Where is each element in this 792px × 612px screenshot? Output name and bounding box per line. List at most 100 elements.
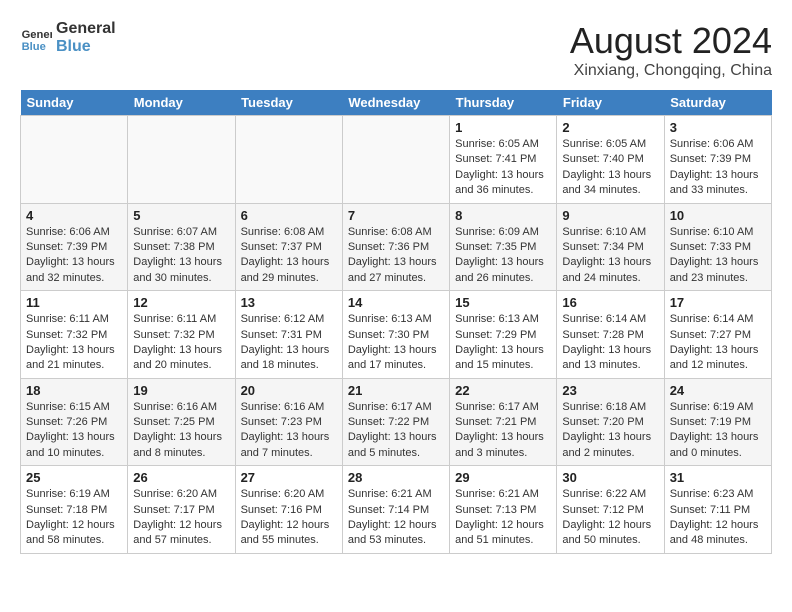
day-info: Sunrise: 6:11 AM Sunset: 7:32 PM Dayligh… — [26, 312, 122, 374]
day-number: 30 — [562, 470, 658, 485]
calendar-cell: 29 Sunrise: 6:21 AM Sunset: 7:13 PM Dayli… — [450, 466, 557, 554]
day-info: Sunrise: 6:13 AM Sunset: 7:30 PM Dayligh… — [348, 312, 444, 374]
day-number: 11 — [26, 295, 122, 310]
day-info: Sunrise: 6:15 AM Sunset: 7:26 PM Dayligh… — [26, 400, 122, 462]
calendar-cell: 23Sunrise: 6:18 AM Sunset: 7:20 PM Dayli… — [557, 378, 664, 466]
day-info: Sunrise: 6:09 AM Sunset: 7:35 PM Dayligh… — [455, 225, 551, 287]
day-info: Sunrise: 6:21 AM Sunset: 7:13 PM Dayligh… — [455, 487, 551, 549]
calendar-table: SundayMondayTuesdayWednesdayThursdayFrid… — [20, 90, 772, 554]
calendar-body: 1Sunrise: 6:05 AM Sunset: 7:41 PM Daylig… — [21, 116, 772, 554]
day-number: 19 — [133, 383, 229, 398]
day-number: 16 — [562, 295, 658, 310]
header-row: SundayMondayTuesdayWednesdayThursdayFrid… — [21, 90, 772, 116]
calendar-cell: 24Sunrise: 6:19 AM Sunset: 7:19 PM Dayli… — [664, 378, 771, 466]
day-info: Sunrise: 6:07 AM Sunset: 7:38 PM Dayligh… — [133, 225, 229, 287]
day-info: Sunrise: 6:11 AM Sunset: 7:32 PM Dayligh… — [133, 312, 229, 374]
calendar-cell: 25 Sunrise: 6:19 AM Sunset: 7:18 PM Dayli… — [21, 466, 128, 554]
calendar-cell — [21, 116, 128, 204]
day-number: 14 — [348, 295, 444, 310]
logo-text-line2: Blue — [56, 38, 116, 56]
day-number: 2 — [562, 120, 658, 135]
day-info: Sunrise: 6:17 AM Sunset: 7:21 PM Dayligh… — [455, 400, 551, 462]
day-info: Sunrise: 6:10 AM Sunset: 7:34 PM Dayligh… — [562, 225, 658, 287]
day-number: 29 — [455, 470, 551, 485]
header-cell-wednesday: Wednesday — [342, 90, 449, 116]
day-number: 17 — [670, 295, 766, 310]
svg-text:Blue: Blue — [22, 41, 46, 53]
calendar-cell: 19 Sunrise: 6:16 AM Sunset: 7:25 PM Dayli… — [128, 378, 235, 466]
day-number: 18 — [26, 383, 122, 398]
week-row-1: 1Sunrise: 6:05 AM Sunset: 7:41 PM Daylig… — [21, 116, 772, 204]
header-cell-thursday: Thursday — [450, 90, 557, 116]
calendar-cell: 16 Sunrise: 6:14 AM Sunset: 7:28 PM Dayli… — [557, 291, 664, 379]
calendar-cell: 28 Sunrise: 6:21 AM Sunset: 7:14 PM Dayli… — [342, 466, 449, 554]
day-number: 25 — [26, 470, 122, 485]
calendar-cell: 30 Sunrise: 6:22 AM Sunset: 7:12 PM Dayli… — [557, 466, 664, 554]
calendar-cell: 27 Sunrise: 6:20 AM Sunset: 7:16 PM Dayli… — [235, 466, 342, 554]
day-info: Sunrise: 6:06 AM Sunset: 7:39 PM Dayligh… — [670, 137, 766, 199]
day-info: Sunrise: 6:08 AM Sunset: 7:36 PM Dayligh… — [348, 225, 444, 287]
calendar-cell: 2Sunrise: 6:05 AM Sunset: 7:40 PM Daylig… — [557, 116, 664, 204]
day-number: 27 — [241, 470, 337, 485]
page-header: General Blue General Blue August 2024 Xi… — [20, 20, 772, 80]
day-info: Sunrise: 6:10 AM Sunset: 7:33 PM Dayligh… — [670, 225, 766, 287]
day-number: 10 — [670, 208, 766, 223]
day-info: Sunrise: 6:17 AM Sunset: 7:22 PM Dayligh… — [348, 400, 444, 462]
calendar-cell: 15Sunrise: 6:13 AM Sunset: 7:29 PM Dayli… — [450, 291, 557, 379]
calendar-cell: 13Sunrise: 6:12 AM Sunset: 7:31 PM Dayli… — [235, 291, 342, 379]
logo-icon: General Blue — [20, 22, 52, 54]
calendar-cell: 1Sunrise: 6:05 AM Sunset: 7:41 PM Daylig… — [450, 116, 557, 204]
day-number: 12 — [133, 295, 229, 310]
calendar-cell: 14 Sunrise: 6:13 AM Sunset: 7:30 PM Dayli… — [342, 291, 449, 379]
calendar-cell: 20Sunrise: 6:16 AM Sunset: 7:23 PM Dayli… — [235, 378, 342, 466]
day-number: 8 — [455, 208, 551, 223]
logo: General Blue General Blue — [20, 20, 116, 56]
calendar-cell — [342, 116, 449, 204]
calendar-cell: 6Sunrise: 6:08 AM Sunset: 7:37 PM Daylig… — [235, 203, 342, 291]
calendar-cell — [128, 116, 235, 204]
calendar-cell: 8 Sunrise: 6:09 AM Sunset: 7:35 PM Daylig… — [450, 203, 557, 291]
title-section: August 2024 Xinxiang, Chongqing, China — [570, 20, 772, 80]
week-row-5: 25 Sunrise: 6:19 AM Sunset: 7:18 PM Dayli… — [21, 466, 772, 554]
calendar-cell: 7 Sunrise: 6:08 AM Sunset: 7:36 PM Daylig… — [342, 203, 449, 291]
calendar-cell: 12 Sunrise: 6:11 AM Sunset: 7:32 PM Dayli… — [128, 291, 235, 379]
day-number: 5 — [133, 208, 229, 223]
header-cell-tuesday: Tuesday — [235, 90, 342, 116]
day-info: Sunrise: 6:21 AM Sunset: 7:14 PM Dayligh… — [348, 487, 444, 549]
day-number: 7 — [348, 208, 444, 223]
day-number: 24 — [670, 383, 766, 398]
svg-text:General: General — [22, 29, 52, 41]
day-info: Sunrise: 6:23 AM Sunset: 7:11 PM Dayligh… — [670, 487, 766, 549]
day-info: Sunrise: 6:16 AM Sunset: 7:23 PM Dayligh… — [241, 400, 337, 462]
day-info: Sunrise: 6:06 AM Sunset: 7:39 PM Dayligh… — [26, 225, 122, 287]
header-cell-saturday: Saturday — [664, 90, 771, 116]
calendar-cell: 31Sunrise: 6:23 AM Sunset: 7:11 PM Dayli… — [664, 466, 771, 554]
day-info: Sunrise: 6:20 AM Sunset: 7:17 PM Dayligh… — [133, 487, 229, 549]
day-info: Sunrise: 6:12 AM Sunset: 7:31 PM Dayligh… — [241, 312, 337, 374]
header-cell-friday: Friday — [557, 90, 664, 116]
logo-text-line1: General — [56, 20, 116, 38]
calendar-cell: 26 Sunrise: 6:20 AM Sunset: 7:17 PM Dayli… — [128, 466, 235, 554]
calendar-header: SundayMondayTuesdayWednesdayThursdayFrid… — [21, 90, 772, 116]
day-number: 22 — [455, 383, 551, 398]
month-year-title: August 2024 — [570, 20, 772, 62]
day-info: Sunrise: 6:20 AM Sunset: 7:16 PM Dayligh… — [241, 487, 337, 549]
header-cell-sunday: Sunday — [21, 90, 128, 116]
calendar-cell: 4Sunrise: 6:06 AM Sunset: 7:39 PM Daylig… — [21, 203, 128, 291]
header-cell-monday: Monday — [128, 90, 235, 116]
calendar-cell: 22 Sunrise: 6:17 AM Sunset: 7:21 PM Dayli… — [450, 378, 557, 466]
day-info: Sunrise: 6:19 AM Sunset: 7:18 PM Dayligh… — [26, 487, 122, 549]
day-info: Sunrise: 6:16 AM Sunset: 7:25 PM Dayligh… — [133, 400, 229, 462]
location-subtitle: Xinxiang, Chongqing, China — [570, 62, 772, 80]
calendar-cell: 17Sunrise: 6:14 AM Sunset: 7:27 PM Dayli… — [664, 291, 771, 379]
day-info: Sunrise: 6:08 AM Sunset: 7:37 PM Dayligh… — [241, 225, 337, 287]
day-number: 28 — [348, 470, 444, 485]
day-info: Sunrise: 6:13 AM Sunset: 7:29 PM Dayligh… — [455, 312, 551, 374]
day-info: Sunrise: 6:14 AM Sunset: 7:28 PM Dayligh… — [562, 312, 658, 374]
day-number: 26 — [133, 470, 229, 485]
day-info: Sunrise: 6:22 AM Sunset: 7:12 PM Dayligh… — [562, 487, 658, 549]
calendar-cell: 3Sunrise: 6:06 AM Sunset: 7:39 PM Daylig… — [664, 116, 771, 204]
calendar-cell: 10 Sunrise: 6:10 AM Sunset: 7:33 PM Dayli… — [664, 203, 771, 291]
calendar-cell: 18 Sunrise: 6:15 AM Sunset: 7:26 PM Dayli… — [21, 378, 128, 466]
calendar-cell: 9Sunrise: 6:10 AM Sunset: 7:34 PM Daylig… — [557, 203, 664, 291]
